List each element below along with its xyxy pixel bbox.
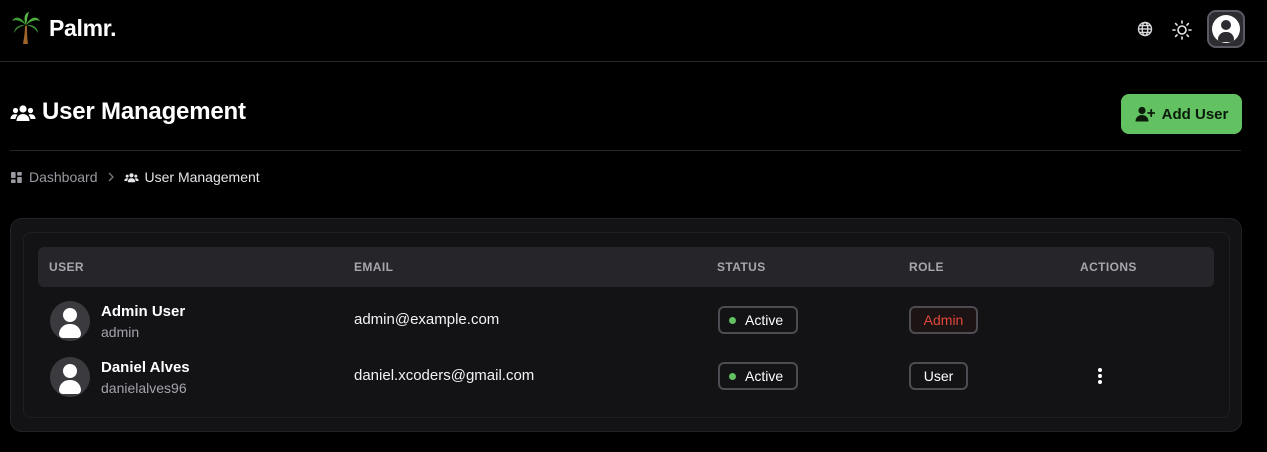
- column-status: STATUS: [717, 260, 766, 274]
- logo[interactable]: Palmr.: [11, 12, 117, 44]
- role-badge: Admin: [909, 306, 978, 334]
- user-name: Daniel Alves: [101, 359, 190, 376]
- column-actions: ACTIONS: [1080, 260, 1137, 274]
- role-badge: User: [909, 362, 968, 390]
- status-badge: Active: [718, 306, 798, 334]
- role-label: Admin: [923, 312, 964, 328]
- role-label: User: [923, 368, 954, 384]
- top-bar: Palmr.: [0, 0, 1267, 62]
- column-role: ROLE: [909, 260, 944, 274]
- status-badge: Active: [718, 362, 798, 390]
- column-email: EMAIL: [354, 260, 394, 274]
- more-vertical-icon: [1098, 368, 1102, 372]
- avatar: [50, 357, 90, 397]
- user-plus-icon: [1135, 106, 1155, 122]
- user-email: admin@example.com: [354, 311, 500, 328]
- status-label: Active: [745, 368, 784, 384]
- dashboard-icon: [11, 171, 22, 183]
- add-user-button[interactable]: Add User: [1121, 94, 1242, 134]
- users-icon: [10, 105, 36, 121]
- breadcrumb-dashboard-label: Dashboard: [29, 169, 98, 185]
- table-row: Daniel Alves danielalves96 daniel.xcoder…: [38, 348, 1214, 404]
- language-button[interactable]: [1134, 18, 1156, 40]
- app-name: Palmr.: [49, 14, 117, 41]
- title-divider: [10, 150, 1241, 151]
- user-icon: [1212, 15, 1240, 43]
- status-label: Active: [745, 312, 784, 328]
- globe-icon: [1137, 21, 1153, 37]
- users-icon: [123, 173, 139, 183]
- breadcrumb-current-label: User Management: [144, 169, 260, 185]
- table-header: USER EMAIL STATUS ROLE ACTIONS: [38, 247, 1214, 287]
- palm-tree-icon: [12, 12, 40, 44]
- user-name: Admin User: [101, 303, 186, 320]
- user-username: danielalves96: [101, 380, 187, 396]
- chevron-right-icon: [107, 172, 115, 182]
- page-title-text: User Management: [42, 98, 246, 125]
- theme-toggle-button[interactable]: [1170, 18, 1194, 42]
- table-row: Admin User admin admin@example.com Activ…: [38, 292, 1214, 348]
- avatar: [50, 301, 90, 341]
- page-title: User Management: [10, 98, 246, 126]
- user-username: admin: [101, 324, 140, 340]
- breadcrumb-dashboard[interactable]: Dashboard: [11, 169, 98, 185]
- status-dot-icon: [729, 316, 736, 324]
- user-email: daniel.xcoders@gmail.com: [354, 367, 535, 384]
- user-menu-button[interactable]: [1207, 10, 1245, 48]
- sun-icon: [1172, 20, 1192, 40]
- add-user-label: Add User: [1161, 105, 1229, 123]
- status-dot-icon: [729, 372, 736, 380]
- breadcrumb-current: User Management: [123, 169, 260, 185]
- column-user: USER: [49, 260, 84, 274]
- row-actions-menu-button[interactable]: [1090, 364, 1110, 388]
- breadcrumb: Dashboard User Management: [11, 168, 260, 186]
